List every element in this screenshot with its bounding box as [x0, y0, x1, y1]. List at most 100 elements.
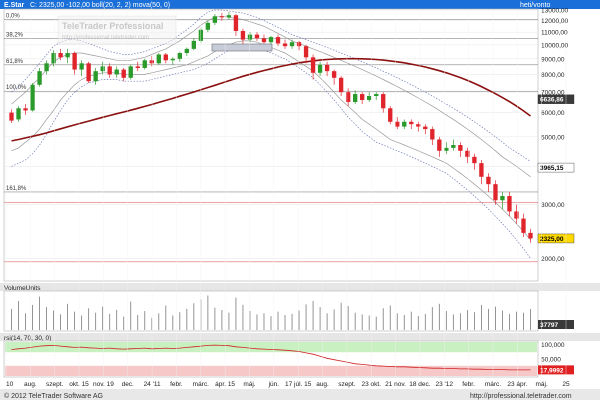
candle-down — [149, 60, 154, 64]
candle-down — [72, 53, 77, 70]
price-value-tag-label: 3965,15 — [540, 165, 564, 172]
footer-url: http://professional.teletrader.com — [470, 393, 572, 400]
rsi-tick-label: 100,000 — [541, 342, 565, 349]
stock-chart: E.Star C: 2325,00 -102,00 boll(20, 2, 2)… — [0, 0, 600, 400]
candle-down — [261, 38, 267, 43]
rsi-tick-label: 50,000 — [541, 357, 561, 364]
candle-down — [528, 232, 533, 239]
candle-up — [65, 53, 70, 58]
candle-down — [86, 63, 91, 82]
candle-down — [514, 211, 519, 219]
candle-down — [423, 126, 428, 130]
candle-up — [451, 145, 456, 148]
fib-level-label: 161,8% — [6, 186, 27, 192]
x-tick-label: 18 dec. — [409, 381, 431, 388]
candle-up — [114, 69, 119, 75]
rsi-value-tag-label: 17,9992 — [540, 367, 564, 374]
resistance-box — [211, 43, 273, 52]
candle-down — [331, 71, 337, 78]
candle-down — [324, 64, 330, 72]
x-tick-label: jún. — [268, 381, 280, 388]
candle-down — [493, 184, 498, 201]
x-tick-label: szept. — [338, 381, 356, 388]
candle-down — [282, 43, 288, 47]
candle-down — [465, 150, 470, 157]
volume-header-bar — [0, 283, 600, 291]
fib-level-label: 0,0% — [6, 14, 20, 20]
candle-up — [100, 66, 105, 72]
watermark-brand: TeleTrader Professional — [62, 21, 163, 31]
candle-down — [472, 156, 477, 164]
candle-up — [16, 108, 21, 120]
x-tick-label: 25 — [562, 381, 570, 388]
candle-down — [310, 57, 316, 73]
x-tick-label: okt. 15 — [69, 381, 89, 388]
candle-up — [156, 54, 161, 64]
candle-down — [58, 53, 63, 58]
watermark-url: http://professional.teletrader.com — [62, 35, 149, 41]
candle-down — [135, 66, 140, 68]
candle-down — [233, 15, 239, 31]
candle-down — [345, 92, 351, 102]
x-tick-label: 24 '11 — [144, 381, 161, 388]
candle-down — [107, 66, 112, 75]
x-tick-label: 23 ápr. — [507, 381, 527, 388]
fib-level-label: 38,2% — [6, 32, 24, 38]
x-tick-label: 23 '12 — [436, 381, 454, 388]
header-instrument: E.Star — [4, 2, 25, 9]
price-value-tag-label: 6636,86 — [540, 97, 564, 104]
price-tick-label: 5000,00 — [541, 134, 565, 141]
candle-down — [338, 77, 344, 93]
candle-up — [184, 48, 190, 54]
candle-down — [121, 69, 126, 78]
candle-down — [381, 94, 386, 109]
candle-down — [9, 112, 14, 121]
candle-up — [352, 94, 358, 102]
candle-up — [367, 96, 372, 100]
x-tick-label: márc. — [485, 381, 501, 388]
candle-up — [289, 42, 295, 47]
price-tick-label: 3000,00 — [541, 202, 565, 209]
candle-up — [317, 64, 323, 73]
volume-value-tag-label: 37797 — [540, 322, 558, 329]
candle-down — [430, 129, 435, 140]
candle-up — [30, 84, 35, 111]
candle-up — [402, 121, 407, 127]
price-tick-label: 12000,00 — [541, 18, 568, 25]
x-tick-label: máj. — [536, 381, 548, 388]
price-tick-label: 6000,00 — [541, 110, 565, 117]
candle-down — [409, 121, 414, 125]
candle-up — [51, 53, 56, 64]
price-value-tag-label: 2325,00 — [540, 236, 564, 243]
candle-up — [374, 94, 379, 97]
price-tick-label: 9000,00 — [541, 56, 565, 63]
header-quote: C: 2325,00 -102,00 boll(20, 2, 2) mova(5… — [30, 2, 170, 9]
fib-level-label: 61,8% — [6, 59, 24, 65]
x-tick-label: aug. — [316, 381, 329, 388]
rsi-oversold-zone — [5, 365, 537, 376]
candle-down — [23, 108, 28, 111]
x-tick-label: máj. — [243, 381, 255, 388]
chart-window: E.Star C: 2325,00 -102,00 boll(20, 2, 2)… — [0, 0, 600, 400]
candle-up — [212, 16, 218, 23]
x-tick-label: nov. 19 — [93, 381, 114, 388]
x-tick-label: aug. — [24, 381, 37, 388]
candle-up — [247, 34, 253, 40]
candle-down — [296, 42, 302, 47]
candle-down — [254, 34, 260, 39]
price-tick-label: 8000,00 — [541, 72, 565, 79]
candle-down — [486, 176, 491, 185]
candle-down — [521, 218, 526, 233]
footer-copyright: © 2012 TeleTrader Software AG — [4, 392, 103, 400]
x-tick-label: dec. — [122, 381, 134, 388]
x-tick-label: 23 okt. — [361, 381, 381, 388]
candle-up — [177, 53, 183, 59]
x-tick-label: ápr. 15 — [215, 381, 235, 388]
x-tick-label: 17 júl. 15 — [285, 381, 312, 388]
price-tick-label: 10000,00 — [541, 42, 568, 49]
candle-up — [444, 147, 449, 151]
candle-up — [500, 196, 505, 201]
candle-up — [128, 66, 133, 78]
candle-down — [275, 37, 281, 44]
candle-down — [388, 108, 393, 122]
